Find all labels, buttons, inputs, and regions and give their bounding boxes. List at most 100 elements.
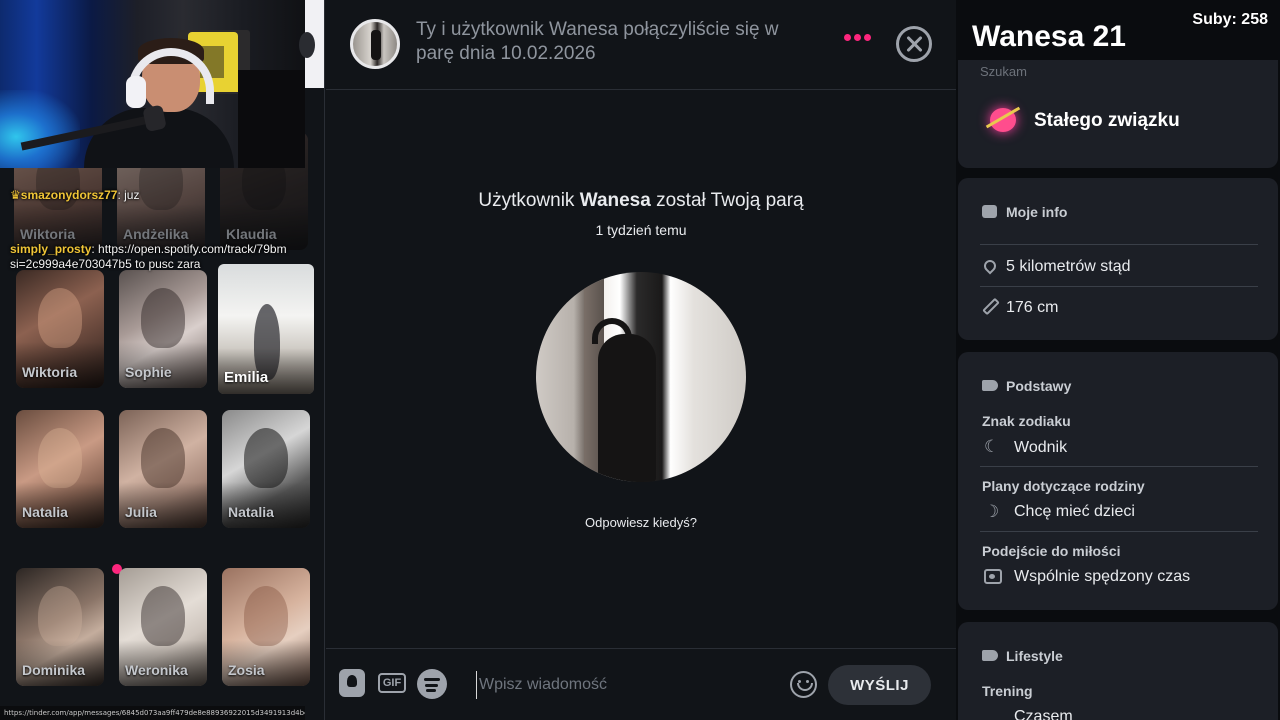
- match-card[interactable]: Dominika: [16, 568, 104, 686]
- distance-text: 5 kilometrów stąd: [1006, 258, 1131, 275]
- lifestyle-card: Lifestyle Trening ⚊ Czasem: [958, 622, 1278, 720]
- match-photo: [244, 428, 288, 488]
- love-style-value: Wspólnie spędzony czas: [1014, 568, 1191, 585]
- chat-text: : juz: [117, 188, 140, 202]
- tag-icon: [982, 650, 998, 661]
- workout-label: Trening: [982, 683, 1033, 699]
- app-window: Wiktoria Andżelika Klaudia Wiktoria Soph…: [0, 0, 1280, 720]
- family-plans-label: Plany dotyczące rodziny: [982, 478, 1145, 494]
- stream-chat-message: simply_prosty: https://open.spotify.com/…: [10, 242, 310, 272]
- match-card-selected[interactable]: Emilia: [218, 264, 314, 394]
- headphone-cup: [126, 76, 146, 108]
- emoji-icon[interactable]: [790, 671, 817, 698]
- match-name: Julia: [125, 504, 157, 520]
- match-photo: [141, 586, 185, 646]
- webcam-overlay: [0, 0, 305, 168]
- match-date-text: Ty i użytkownik Wanesa połączyliście się…: [416, 19, 779, 64]
- love-style-label: Podejście do miłości: [982, 543, 1121, 559]
- match-name: Klaudia: [226, 226, 277, 242]
- chat-text: : https://open.spotify.com/track/79bm: [91, 242, 287, 256]
- divider: [980, 531, 1258, 532]
- match-title-prefix: Użytkownik: [478, 190, 580, 211]
- match-name: Natalia: [228, 504, 274, 520]
- zodiac-label: Znak zodiaku: [982, 413, 1071, 429]
- section-title: Moje info: [1006, 204, 1068, 220]
- match-card[interactable]: Weronika: [119, 568, 207, 686]
- match-title-name: Wanesa: [579, 190, 651, 211]
- location-pin-icon: [981, 257, 999, 275]
- dumbbell-icon: ⚊: [984, 707, 1000, 720]
- match-card[interactable]: Zosia: [222, 568, 310, 686]
- chat-username: smazonydorsz77: [20, 188, 118, 202]
- height-text: 176 cm: [1006, 299, 1059, 316]
- id-card-icon: [982, 205, 997, 218]
- match-name: Wiktoria: [22, 364, 78, 380]
- ruler-icon: [982, 297, 1000, 316]
- photo-person: [598, 334, 656, 482]
- match-card[interactable]: Natalia: [222, 410, 310, 528]
- match-photo: [141, 288, 185, 348]
- match-name: Emilia: [224, 369, 269, 386]
- match-card[interactable]: Natalia: [16, 410, 104, 528]
- match-card[interactable]: Sophie: [119, 270, 207, 388]
- matches-sidebar: Wiktoria Andżelika Klaudia Wiktoria Soph…: [0, 0, 325, 720]
- browser-status-url: https://tinder.com/app/messages/6845d073…: [0, 706, 305, 720]
- match-name: Andżelika: [123, 226, 189, 242]
- background-monitor: [238, 70, 305, 168]
- app-edge-strip: [299, 0, 324, 88]
- match-card[interactable]: Wiktoria: [16, 270, 104, 388]
- match-profile-photo[interactable]: [536, 272, 746, 482]
- basics-card: Podstawy Znak zodiaku ☾ Wodnik Plany dot…: [958, 352, 1278, 610]
- tag-icon: [982, 380, 998, 391]
- more-options-icon[interactable]: [844, 34, 871, 41]
- my-info-card: Moje info 5 kilometrów stąd 176 cm: [958, 178, 1278, 340]
- chat-heart-icon: [984, 569, 1002, 584]
- close-conversation-icon[interactable]: [896, 26, 932, 62]
- match-card[interactable]: Julia: [119, 410, 207, 528]
- send-button[interactable]: WYŚLIJ: [828, 665, 931, 705]
- section-title: Podstawy: [1006, 378, 1072, 394]
- match-avatar[interactable]: [350, 19, 400, 69]
- subscriber-count: Suby: 258: [1192, 11, 1268, 28]
- divider: [980, 286, 1258, 287]
- match-photo: [141, 428, 185, 488]
- looking-for-card: Szukam Stałego związku: [958, 60, 1278, 168]
- conversation-header: Ty i użytkownik Wanesa połączyliście się…: [326, 0, 956, 90]
- message-composer: GIF WYŚLIJ: [326, 648, 956, 720]
- match-name: Natalia: [22, 504, 68, 520]
- conversation-panel: Ty i użytkownik Wanesa połączyliście się…: [326, 0, 956, 720]
- looking-for-header: Szukam: [980, 64, 1027, 79]
- divider: [980, 244, 1258, 245]
- zodiac-value: Wodnik: [1014, 439, 1068, 456]
- chat-username: simply_prosty: [10, 242, 92, 256]
- chat-line: simply_prosty: https://open.spotify.com/…: [10, 242, 310, 257]
- led-glow: [0, 90, 80, 168]
- profile-panel: Szukam Stałego związku Wanesa 21 Suby: 2…: [956, 0, 1280, 720]
- profile-name-age: Wanesa 21: [972, 20, 1126, 53]
- match-name: Weronika: [125, 662, 188, 678]
- match-photo: [38, 288, 82, 348]
- match-photo: [38, 586, 82, 646]
- match-name: Sophie: [125, 364, 172, 380]
- stream-chat-message: ♛smazonydorsz77: juz: [10, 188, 139, 203]
- spotify-icon[interactable]: [417, 669, 447, 699]
- crown-icon: ♛: [10, 188, 21, 202]
- match-title: Użytkownik Wanesa został Twoją parą: [326, 190, 956, 212]
- gif-button[interactable]: GIF: [378, 673, 406, 693]
- moon-icon: ☾: [984, 437, 1000, 456]
- match-photo: [38, 428, 82, 488]
- match-title-suffix: został Twoją parą: [650, 190, 804, 211]
- conversation-prompt: Odpowiesz kiedyś?: [585, 515, 697, 530]
- heart-arrow-icon: [988, 104, 1018, 134]
- workout-value: Czasem: [1014, 708, 1073, 720]
- chat-text-continued: si=2c999a4e703047b5 to pusc zara: [10, 257, 201, 271]
- match-time: 1 tydzień temu: [595, 222, 687, 238]
- match-name: Wiktoria: [20, 226, 76, 242]
- looking-for-value: Stałego związku: [1034, 110, 1180, 131]
- section-title: Lifestyle: [1006, 648, 1063, 664]
- message-input[interactable]: [476, 671, 776, 699]
- sticker-icon[interactable]: [339, 669, 365, 697]
- family-plans-value: Chcę mieć dzieci: [1014, 503, 1135, 520]
- divider: [980, 466, 1258, 467]
- baby-stroller-icon: ☽: [984, 502, 1000, 521]
